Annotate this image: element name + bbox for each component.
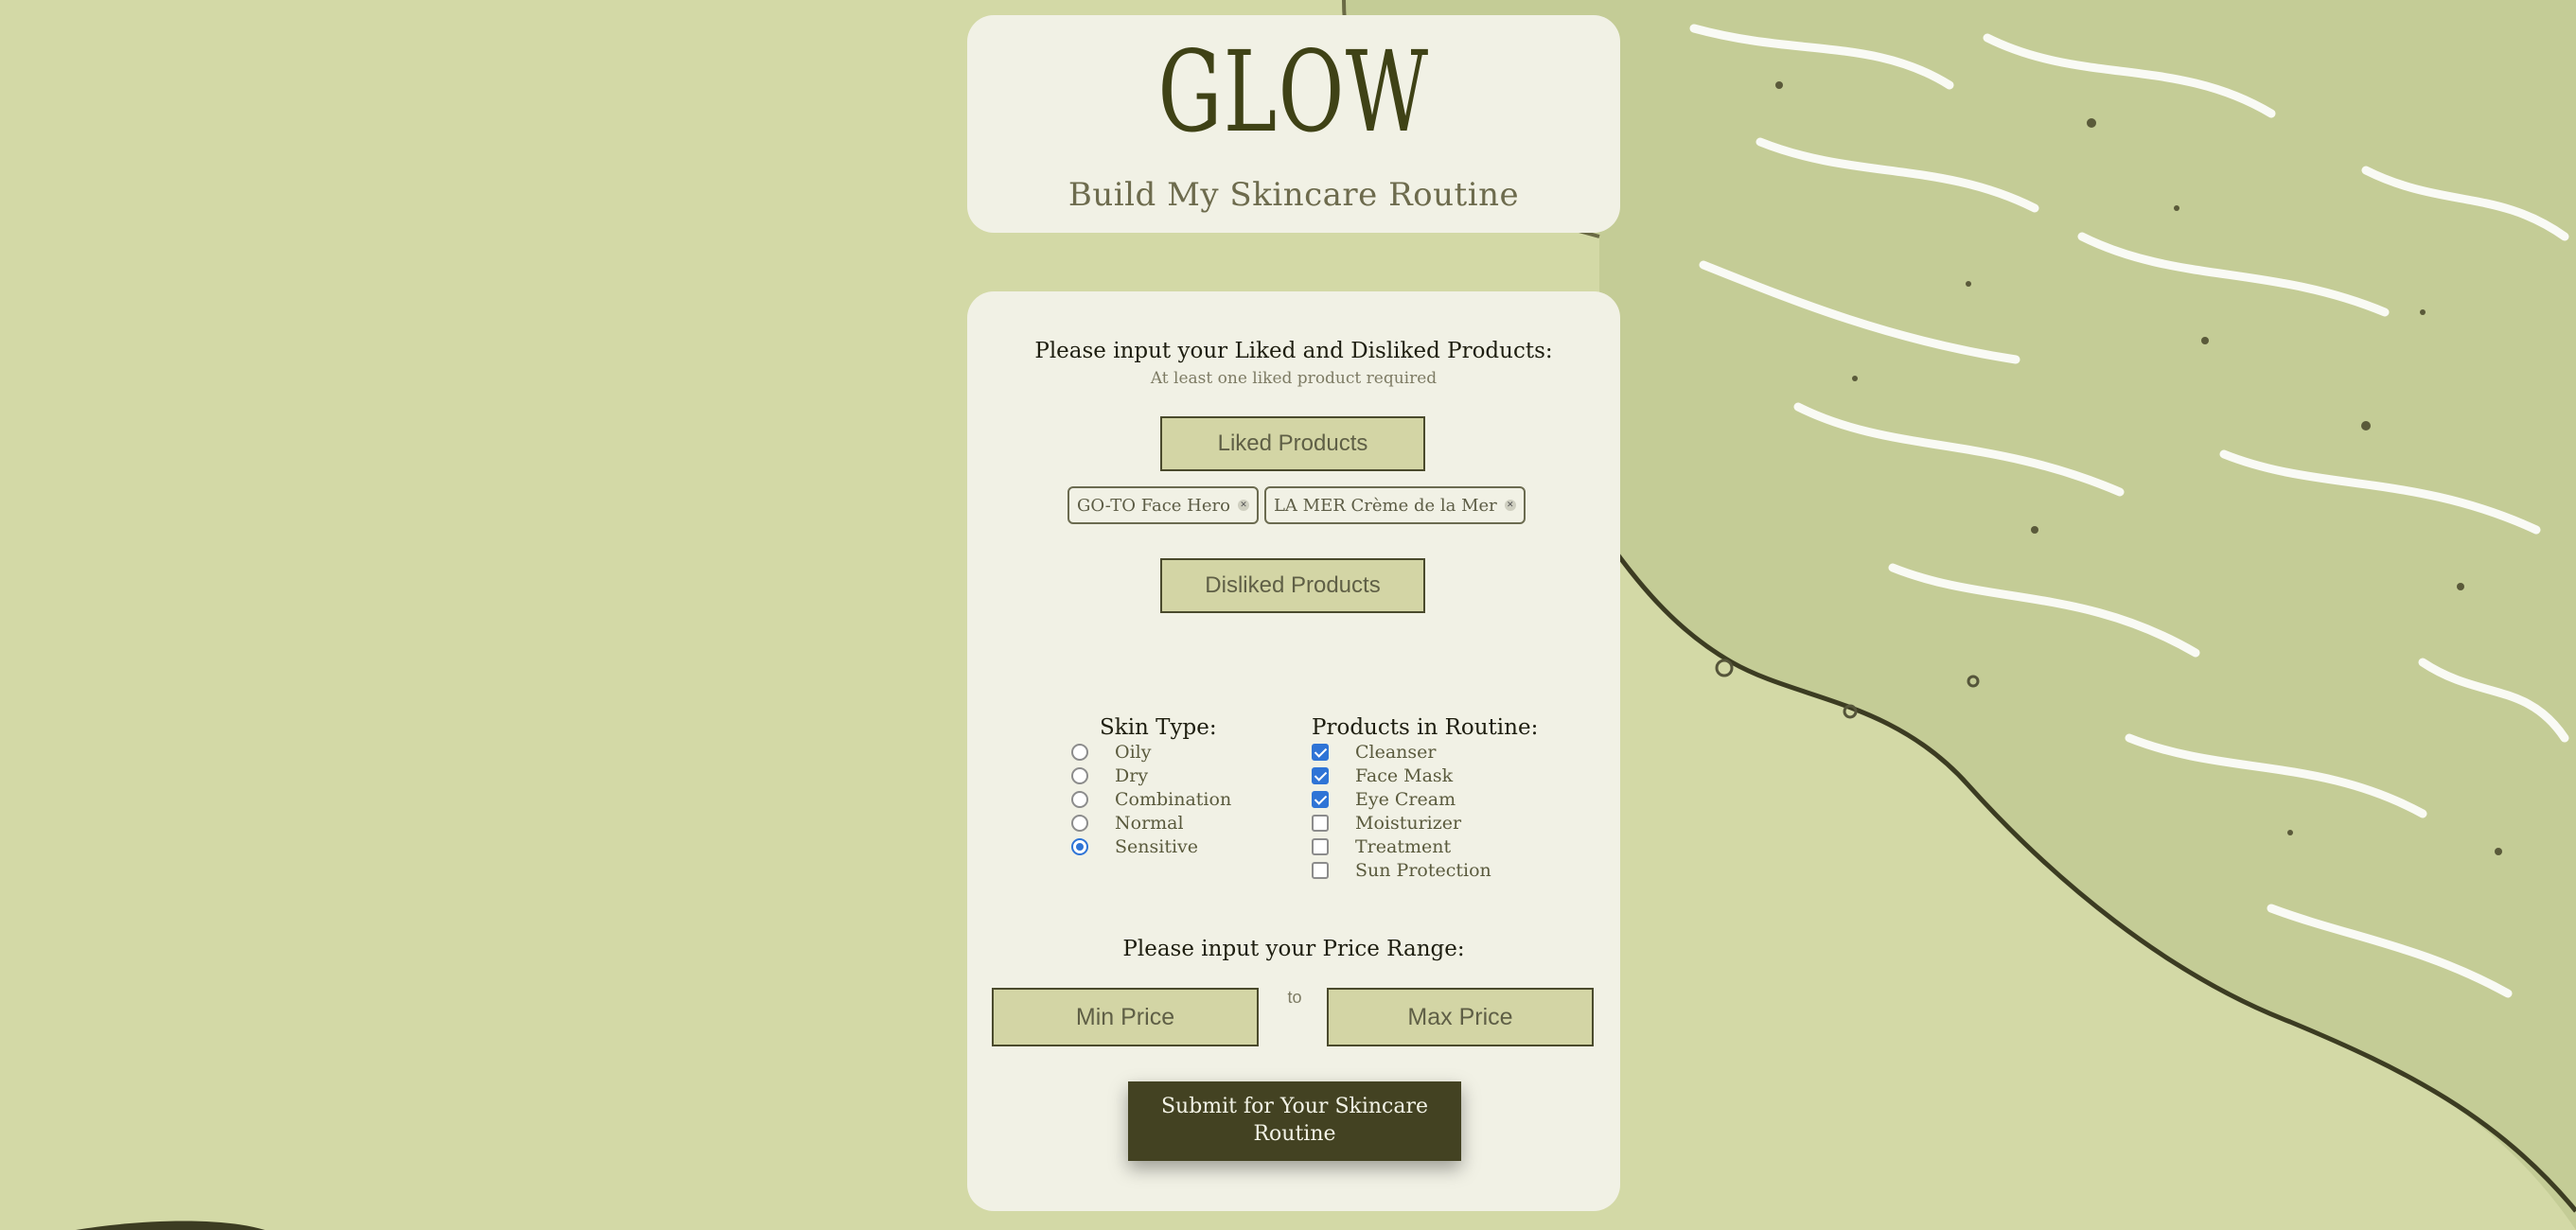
min-price-input[interactable]: Min Price	[992, 988, 1259, 1046]
skin-type-option[interactable]: Normal	[1071, 811, 1231, 835]
checkbox[interactable]	[1312, 814, 1329, 832]
skin-type-option[interactable]: Dry	[1071, 764, 1231, 787]
routine-form: Please input your Liked and Disliked Pro…	[967, 291, 1620, 1211]
option-label: Treatment	[1355, 835, 1452, 857]
radio-button[interactable]	[1071, 743, 1088, 761]
radio-button[interactable]	[1071, 766, 1088, 784]
checkbox[interactable]	[1312, 743, 1329, 761]
page-subtitle: Build My Skincare Routine	[1067, 176, 1520, 214]
tag-label: GO-TO Face Hero	[1077, 495, 1230, 516]
option-label: Moisturizer	[1355, 812, 1462, 834]
routine-options: Cleanser Face Mask Eye Cream Moisturizer…	[1312, 740, 1491, 882]
price-to-label: to	[1287, 988, 1302, 1007]
routine-option[interactable]: Cleanser	[1312, 740, 1491, 764]
checkbox[interactable]	[1312, 861, 1329, 879]
disliked-products-button[interactable]: Disliked Products	[1160, 558, 1425, 613]
liked-products-button[interactable]: Liked Products	[1160, 416, 1425, 471]
option-label: Sun Protection	[1355, 859, 1491, 881]
radio-button[interactable]	[1071, 790, 1088, 808]
option-label: Face Mask	[1355, 764, 1454, 786]
skin-type-option[interactable]: Sensitive	[1071, 835, 1231, 858]
skin-type-heading: Skin Type:	[1100, 715, 1217, 740]
option-label: Sensitive	[1115, 835, 1199, 857]
skin-type-option[interactable]: Oily	[1071, 740, 1231, 764]
radio-button[interactable]	[1071, 814, 1088, 832]
glow-logo: GLOW	[1157, 26, 1430, 157]
routine-option[interactable]: Treatment	[1312, 835, 1491, 858]
routine-products-heading: Products in Routine:	[1312, 715, 1539, 740]
routine-option[interactable]: Eye Cream	[1312, 787, 1491, 811]
x-icon[interactable]: ✕	[1237, 500, 1249, 511]
header-card: GLOW Build My Skincare Routine	[967, 15, 1620, 233]
price-range-heading: Please input your Price Range:	[1122, 937, 1465, 961]
max-price-input[interactable]: Max Price	[1327, 988, 1594, 1046]
option-label: Oily	[1115, 741, 1152, 763]
skin-type-options: Oily Dry Combination Normal Sensitive	[1071, 740, 1231, 858]
checkbox[interactable]	[1312, 790, 1329, 808]
skin-type-option[interactable]: Combination	[1071, 787, 1231, 811]
liked-tag: GO-TO Face Hero ✕	[1067, 486, 1259, 524]
tag-label: LA MER Crème de la Mer	[1273, 495, 1497, 516]
x-icon[interactable]: ✕	[1504, 500, 1516, 511]
option-label: Normal	[1115, 812, 1184, 834]
checkbox[interactable]	[1312, 766, 1329, 784]
liked-tag: LA MER Crème de la Mer ✕	[1263, 486, 1526, 524]
liked-tags: GO-TO Face Hero ✕ LA MER Crème de la Mer…	[1067, 486, 1526, 524]
option-label: Combination	[1115, 788, 1232, 810]
radio-button[interactable]	[1071, 837, 1088, 855]
option-label: Dry	[1115, 764, 1149, 786]
option-label: Eye Cream	[1355, 788, 1456, 810]
submit-button[interactable]: Submit for Your Skincare Routine	[1128, 1081, 1461, 1161]
checkbox[interactable]	[1312, 837, 1329, 855]
routine-option[interactable]: Sun Protection	[1312, 858, 1491, 882]
option-label: Cleanser	[1355, 741, 1437, 763]
products-note: At least one liked product required	[1150, 369, 1438, 388]
products-heading: Please input your Liked and Disliked Pro…	[1034, 339, 1553, 363]
routine-option[interactable]: Moisturizer	[1312, 811, 1491, 835]
routine-option[interactable]: Face Mask	[1312, 764, 1491, 787]
